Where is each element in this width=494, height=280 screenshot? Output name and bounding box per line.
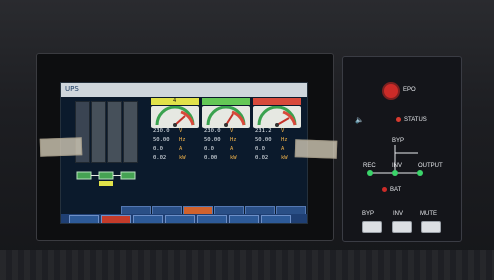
- bat-label: BAT: [390, 187, 402, 193]
- unit: A: [230, 146, 234, 152]
- nav-button-3[interactable]: [133, 215, 163, 223]
- nav-button-1[interactable]: [69, 215, 99, 223]
- meter-header-text: 4: [173, 98, 177, 104]
- value: 230.0: [204, 128, 221, 134]
- unit: kW: [281, 155, 288, 161]
- nav-button-6[interactable]: [229, 215, 259, 223]
- value-row-2: 50.00 Hz 50.00 Hz 50.00 Hz: [151, 136, 301, 144]
- tape-left: [39, 137, 83, 157]
- module-3: [107, 101, 122, 163]
- value: 50.00: [153, 137, 170, 143]
- unit: V: [281, 128, 285, 134]
- gauge-3: [253, 106, 301, 128]
- inv-button[interactable]: [392, 221, 412, 233]
- value: 0.0: [153, 146, 163, 152]
- battery-led: [382, 187, 387, 192]
- byp-button-label: BYP: [362, 211, 375, 217]
- nav-button-4[interactable]: [165, 215, 195, 223]
- meter-header-1: 4: [151, 98, 199, 105]
- value: 50.00: [204, 137, 221, 143]
- module-2: [91, 101, 106, 163]
- inv-button-label: INV: [393, 211, 404, 217]
- nav-button-7[interactable]: [261, 215, 291, 223]
- measurement-values: 230.0 V 230.0 V 231.2 V 50.00 Hz 50.00 H…: [151, 127, 301, 181]
- mute-button-label: MUTE: [420, 211, 437, 217]
- status-label: STATUS: [404, 117, 427, 123]
- unit: kW: [230, 155, 237, 161]
- meters-section: 4: [151, 98, 301, 128]
- value: 0.02: [153, 155, 167, 161]
- unit: A: [281, 146, 285, 152]
- mute-button[interactable]: [421, 221, 441, 233]
- unit: A: [179, 146, 183, 152]
- value-row-4: 0.02 kW 0.00 kW 0.02 kW: [151, 154, 301, 162]
- nav-button-5[interactable]: [197, 215, 227, 223]
- value: 0.00: [204, 155, 218, 161]
- value: 0.02: [255, 155, 269, 161]
- epo-button[interactable]: [382, 82, 400, 100]
- status-flow-diagram: [367, 145, 423, 176]
- value: 231.2: [255, 128, 272, 134]
- value: 0.0: [255, 146, 265, 152]
- value: 50.00: [255, 137, 272, 143]
- nav-button-2[interactable]: [101, 215, 131, 223]
- byp-button[interactable]: [362, 221, 382, 233]
- value: 230.0: [153, 128, 170, 134]
- unit: Hz: [281, 137, 288, 143]
- value-row-3: 0.0 A 0.0 A 0.0 A: [151, 145, 301, 153]
- epo-label: EPO: [403, 87, 416, 93]
- unit: V: [179, 128, 183, 134]
- screen-title-bar: UPS: [61, 83, 307, 97]
- byp-label: BYP: [392, 138, 405, 144]
- value-row-1: 230.0 V 230.0 V 231.2 V: [151, 127, 301, 135]
- status-info: [75, 191, 301, 205]
- tape-right: [294, 139, 338, 159]
- gauge-1: [151, 106, 199, 128]
- touch-screen[interactable]: UPS 4 230.0 V 230.0 V 231.2 V 50.00 Hz 5…: [60, 82, 308, 224]
- module-4: [123, 101, 138, 163]
- unit: Hz: [230, 137, 237, 143]
- meter-header-3: [253, 98, 301, 105]
- speaker-icon: 🔈: [355, 117, 364, 124]
- tab-strip[interactable]: [121, 206, 307, 215]
- unit: Hz: [179, 137, 186, 143]
- status-led: [396, 117, 401, 122]
- mini-flow-diagram: [75, 165, 139, 189]
- bottom-nav-bar[interactable]: [61, 214, 307, 223]
- unit: kW: [179, 155, 186, 161]
- gauge-2: [202, 106, 250, 128]
- ups-modules-diagram: [75, 101, 139, 163]
- meter-header-2: [202, 98, 250, 105]
- app-label: UPS: [65, 85, 79, 93]
- ventilation-grill: [0, 250, 494, 280]
- value: 0.0: [204, 146, 214, 152]
- unit: V: [230, 128, 234, 134]
